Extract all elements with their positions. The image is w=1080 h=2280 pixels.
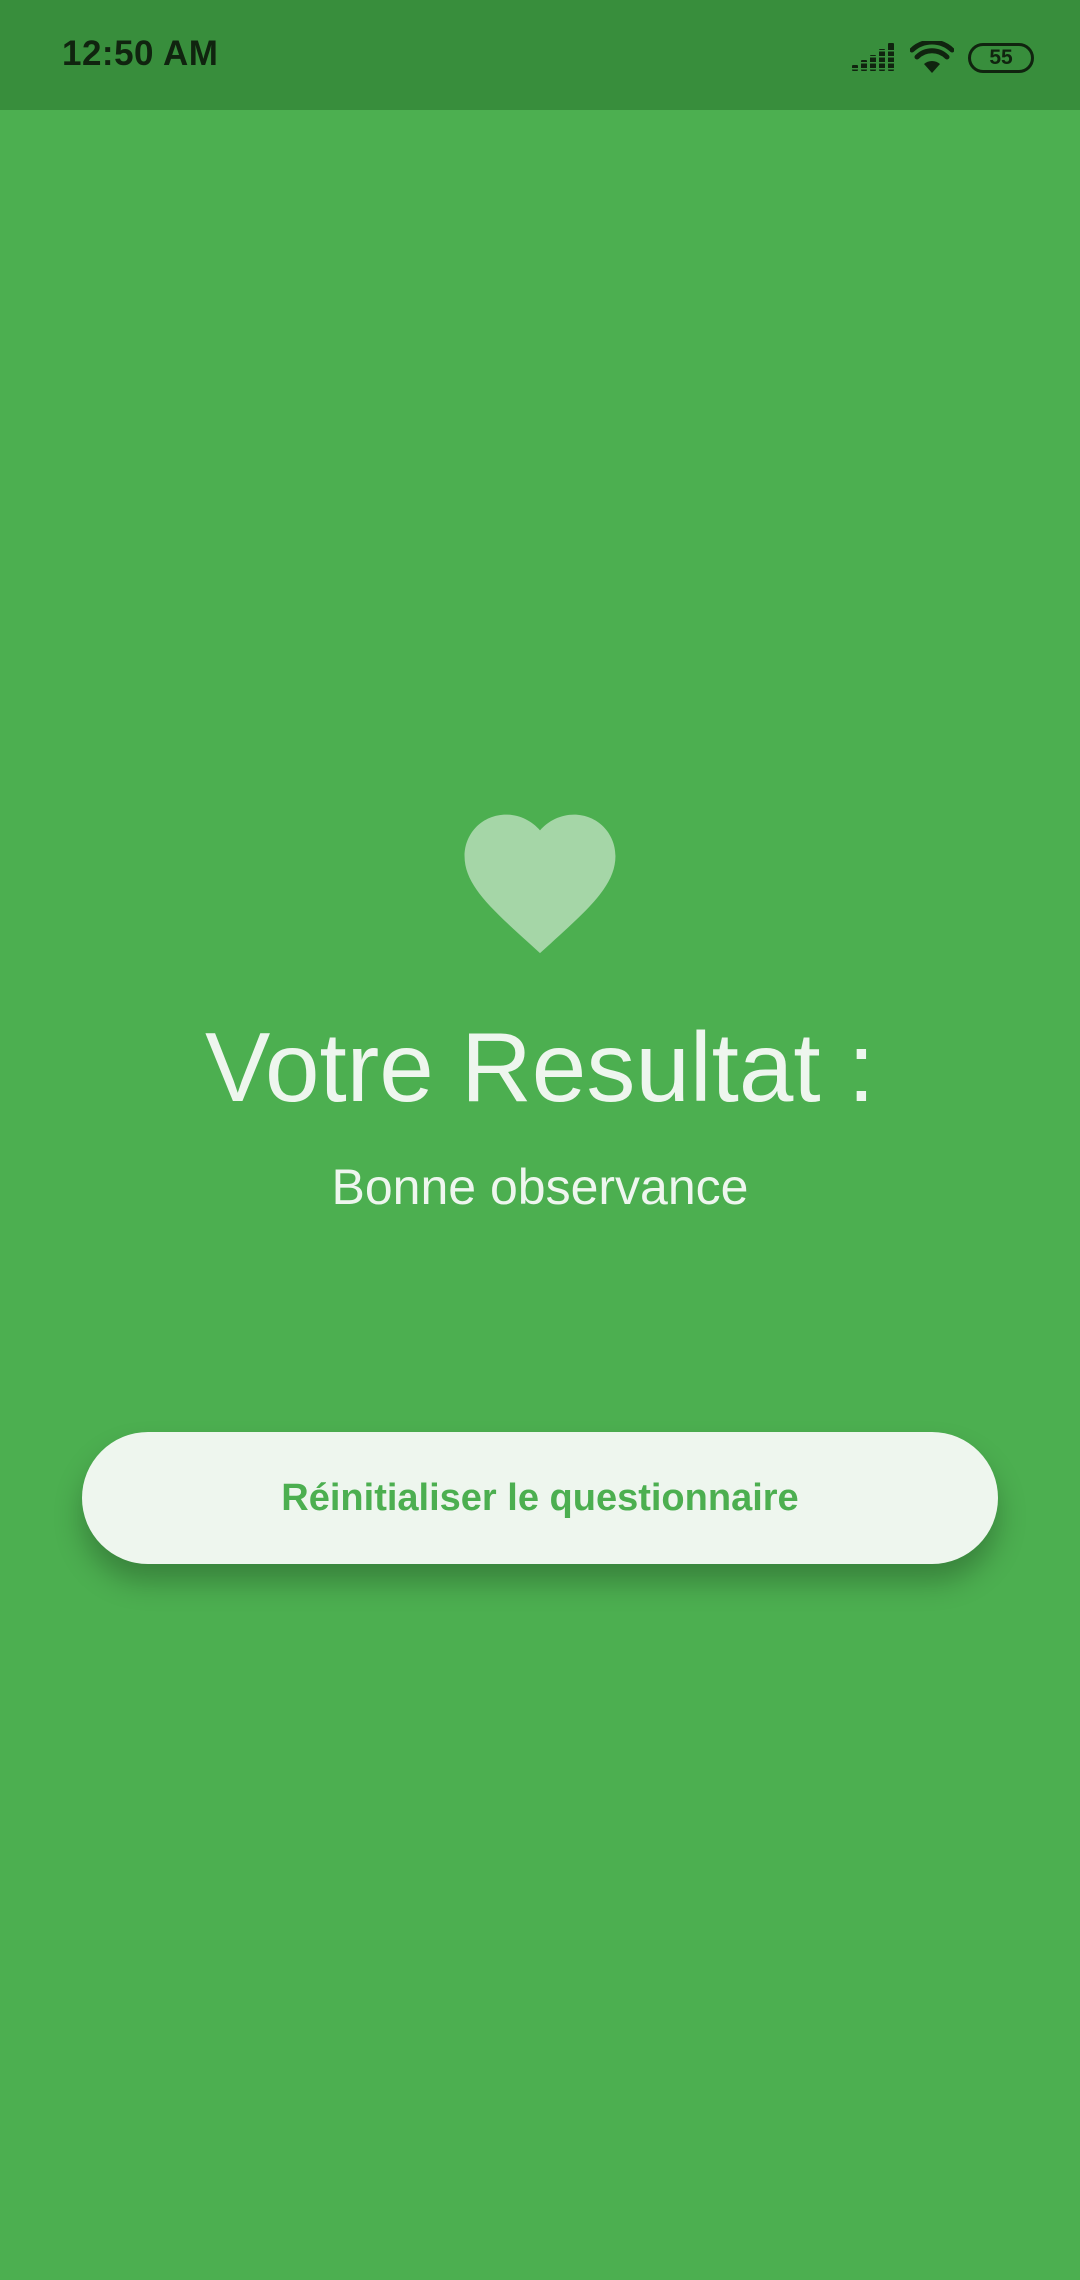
status-icons: 55 xyxy=(852,38,1034,78)
status-time: 12:50 AM xyxy=(62,34,219,73)
signal-icon xyxy=(852,43,896,71)
reset-button-label: Réinitialiser le questionnaire xyxy=(281,1476,799,1519)
result-title: Votre Resultat : xyxy=(204,1012,876,1122)
status-bar: 12:50 AM 55 xyxy=(0,0,1080,110)
wifi-icon xyxy=(910,41,954,73)
result-value: Bonne observance xyxy=(331,1159,749,1215)
heart-icon xyxy=(464,814,616,954)
result-screen: Votre Resultat : Bonne observance Réinit… xyxy=(0,110,1080,2280)
battery-indicator: 55 xyxy=(968,43,1034,73)
reset-questionnaire-button[interactable]: Réinitialiser le questionnaire xyxy=(82,1432,998,1564)
